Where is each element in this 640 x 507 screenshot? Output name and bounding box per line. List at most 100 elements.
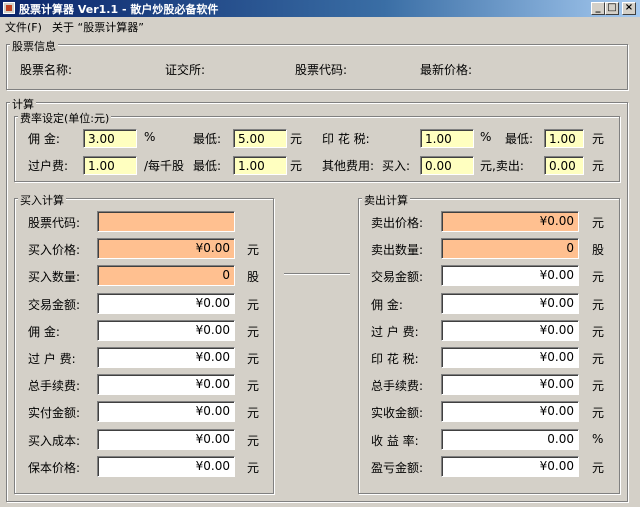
output-field[interactable]: ¥0.00	[441, 293, 579, 314]
input-field[interactable]: 0	[97, 265, 235, 286]
output-field[interactable]: ¥0.00	[97, 320, 235, 341]
row-label: 过 户 费:	[371, 325, 419, 339]
commission-rate-input[interactable]: 3.00	[83, 129, 137, 148]
menu-bar: 文件(F) 关于 “股票计算器”	[0, 17, 640, 35]
output-field[interactable]: ¥0.00	[97, 456, 235, 477]
row-unit: 元	[592, 352, 605, 366]
row-unit: 元	[247, 243, 260, 257]
row-unit: 元	[592, 298, 605, 312]
other-sell-label: 元,卖出:	[480, 159, 524, 173]
row-label: 收 益 率:	[371, 434, 419, 448]
stamp-min-unit: 元	[592, 132, 605, 146]
row-label: 股票代码:	[28, 216, 81, 230]
exchange-label: 证交所:	[165, 63, 206, 77]
stock-code-label: 股票代码:	[295, 63, 348, 77]
row-unit: 元	[247, 298, 260, 312]
per-thousand-shares-label: /每千股	[144, 159, 185, 173]
row-label: 交易金额:	[28, 298, 81, 312]
row-label: 交易金额:	[371, 270, 424, 284]
output-field[interactable]: ¥0.00	[97, 374, 235, 395]
stamp-tax-label: 印 花 税:	[322, 132, 370, 146]
divider-line	[284, 273, 350, 275]
row-label: 总手续费:	[28, 379, 81, 393]
commission-min-unit: 元	[290, 132, 303, 146]
sell-calc-title: 卖出计算	[362, 192, 410, 208]
stamp-tax-unit: %	[480, 130, 492, 144]
row-label: 买入价格:	[28, 243, 81, 257]
menu-about[interactable]: 关于 “股票计算器”	[52, 19, 144, 35]
stamp-min-label: 最低:	[505, 132, 534, 146]
commission-label: 佣 金:	[28, 132, 60, 146]
maximize-button[interactable]: □	[605, 2, 619, 15]
row-unit: 元	[247, 325, 260, 339]
window-title: 股票计算器 Ver1.1 - 散户炒股必备软件	[19, 3, 219, 16]
other-fees-label: 其他费用:	[322, 159, 375, 173]
row-unit: 元	[247, 434, 260, 448]
output-field[interactable]: ¥0.00	[441, 320, 579, 341]
row-unit: 元	[247, 352, 260, 366]
output-field[interactable]: ¥0.00	[97, 293, 235, 314]
row-label: 实付金额:	[28, 406, 81, 420]
transfer-min-label: 最低:	[193, 159, 222, 173]
output-field[interactable]: ¥0.00	[97, 429, 235, 450]
row-unit: 元	[247, 406, 260, 420]
row-unit: 元	[247, 461, 260, 475]
row-label: 买入成本:	[28, 434, 81, 448]
row-unit: 股	[247, 270, 260, 284]
output-field[interactable]: ¥0.00	[97, 347, 235, 368]
menu-file[interactable]: 文件(F)	[5, 19, 42, 35]
row-unit: 股	[592, 243, 605, 257]
buy-calc-title: 买入计算	[18, 192, 66, 208]
output-field[interactable]: ¥0.00	[97, 401, 235, 422]
output-field[interactable]: ¥0.00	[441, 456, 579, 477]
row-unit: 元	[592, 270, 605, 284]
row-unit: 元	[592, 216, 605, 230]
latest-price-label: 最新价格:	[420, 63, 473, 77]
row-unit: 元	[592, 461, 605, 475]
input-field[interactable]: ¥0.00	[441, 211, 579, 232]
row-unit: %	[592, 432, 604, 446]
row-label: 卖出价格:	[371, 216, 424, 230]
other-fee-buy-input[interactable]: 0.00	[420, 156, 474, 175]
row-label: 买入数量:	[28, 270, 81, 284]
row-label: 盈亏金额:	[371, 461, 424, 475]
row-label: 保本价格:	[28, 461, 81, 475]
fee-settings-title: 费率设定(单位:元)	[18, 110, 112, 126]
other-fee-sell-input[interactable]: 0.00	[544, 156, 584, 175]
title-bar[interactable]: 股票计算器 Ver1.1 - 散户炒股必备软件 _ □ ×	[0, 0, 640, 17]
stock-info-title: 股票信息	[10, 38, 58, 54]
stock-name-label: 股票名称:	[20, 63, 73, 77]
input-field[interactable]: 0	[441, 238, 579, 259]
row-label: 佣 金:	[28, 325, 60, 339]
output-field[interactable]: ¥0.00	[441, 401, 579, 422]
stamp-tax-min-input[interactable]: 1.00	[544, 129, 584, 148]
row-label: 佣 金:	[371, 298, 403, 312]
output-field[interactable]: ¥0.00	[441, 265, 579, 286]
output-field[interactable]: ¥0.00	[441, 347, 579, 368]
input-field[interactable]	[97, 211, 235, 232]
row-unit: 元	[592, 406, 605, 420]
other-sell-unit: 元	[592, 159, 605, 173]
output-field[interactable]: ¥0.00	[441, 374, 579, 395]
transfer-min-unit: 元	[290, 159, 303, 173]
output-field[interactable]: 0.00	[441, 429, 579, 450]
minimize-button[interactable]: _	[591, 2, 605, 15]
row-label: 印 花 税:	[371, 352, 419, 366]
row-label: 过 户 费:	[28, 352, 76, 366]
transfer-fee-label: 过户费:	[28, 159, 69, 173]
row-label: 实收金额:	[371, 406, 424, 420]
row-unit: 元	[592, 379, 605, 393]
transfer-fee-input[interactable]: 1.00	[83, 156, 137, 175]
row-label: 卖出数量:	[371, 243, 424, 257]
input-field[interactable]: ¥0.00	[97, 238, 235, 259]
other-buy-label: 买入:	[382, 159, 411, 173]
app-icon[interactable]	[3, 2, 15, 14]
row-unit: 元	[592, 325, 605, 339]
row-unit: 元	[247, 379, 260, 393]
transfer-fee-min-input[interactable]: 1.00	[233, 156, 287, 175]
close-button[interactable]: ×	[622, 2, 636, 15]
commission-min-input[interactable]: 5.00	[233, 129, 287, 148]
commission-min-label: 最低:	[193, 132, 222, 146]
row-label: 总手续费:	[371, 379, 424, 393]
stamp-tax-rate-input[interactable]: 1.00	[420, 129, 474, 148]
